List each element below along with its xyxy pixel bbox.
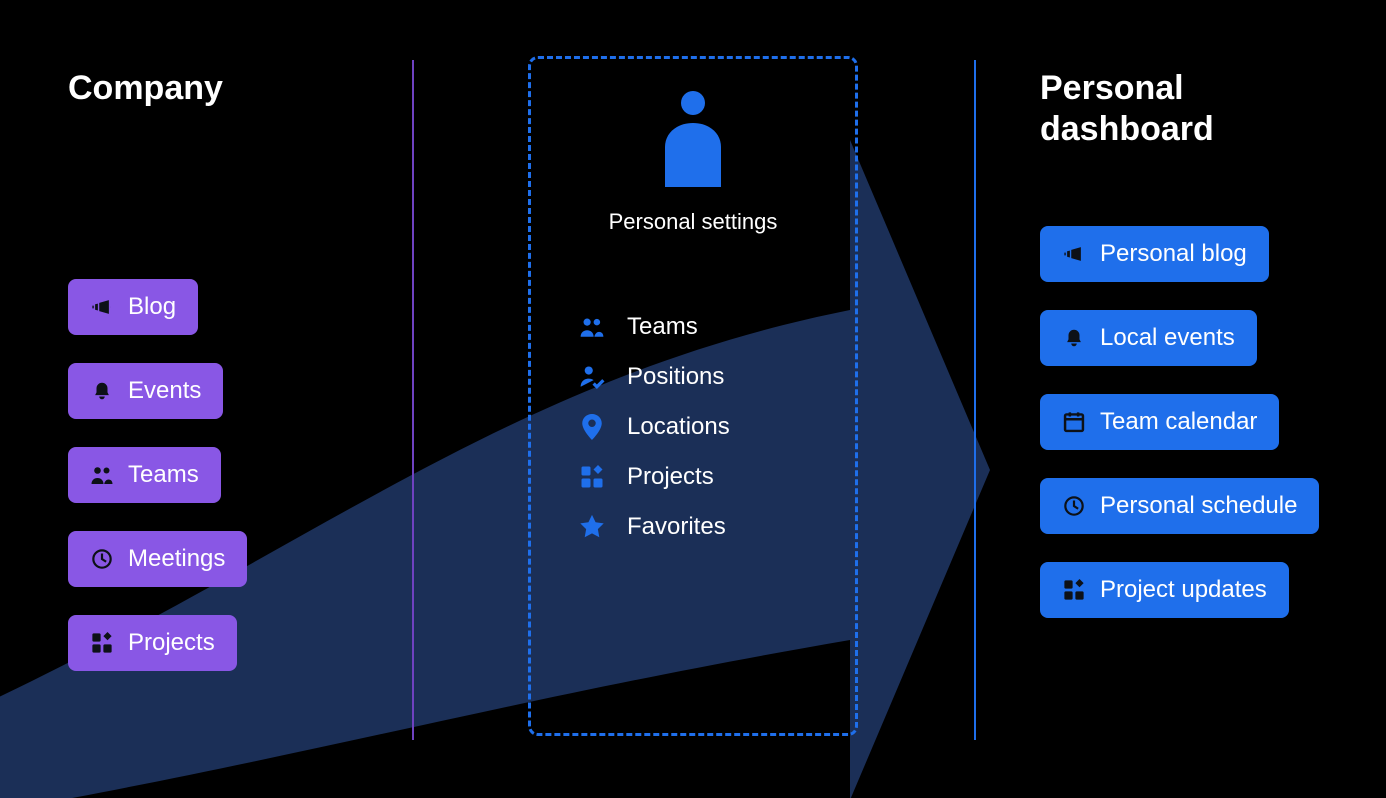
clock-icon [90,547,114,571]
bell-icon [1062,326,1086,350]
company-item-blog: Blog [68,279,198,335]
settings-item-label: Teams [627,313,698,341]
clock-icon [1062,494,1086,518]
divider-left [412,60,414,740]
settings-item-label: Projects [627,463,714,491]
chip-label: Team calendar [1100,408,1257,436]
settings-list: Teams Positions Locations Projects [531,313,855,541]
settings-item-label: Favorites [627,513,726,541]
settings-title: Personal settings [609,209,778,235]
company-list: Blog Events Teams Meetings [68,279,368,671]
megaphone-icon [90,295,114,319]
apps-icon [90,631,114,655]
company-item-teams: Teams [68,447,221,503]
settings-item-favorites: Favorites [579,513,855,541]
star-icon [579,514,605,540]
personal-item-calendar: Team calendar [1040,394,1279,450]
divider-right [974,60,976,740]
settings-item-label: Positions [627,363,724,391]
personal-item-events: Local events [1040,310,1257,366]
person-icon [653,87,733,187]
settings-item-locations: Locations [579,413,855,441]
chip-label: Personal blog [1100,240,1247,268]
personal-item-schedule: Personal schedule [1040,478,1319,534]
company-column: Company Blog Events Teams [68,68,368,671]
personal-settings-panel: Personal settings Teams Positions Locati… [528,56,858,736]
bell-icon [90,379,114,403]
settings-item-projects: Projects [579,463,855,491]
settings-item-teams: Teams [579,313,855,341]
calendar-icon [1062,410,1086,434]
settings-item-positions: Positions [579,363,855,391]
people-icon [90,463,114,487]
company-item-events: Events [68,363,223,419]
chip-label: Personal schedule [1100,492,1297,520]
apps-icon [579,464,605,490]
apps-icon [1062,578,1086,602]
location-icon [579,414,605,440]
chip-label: Teams [128,461,199,489]
chip-label: Blog [128,293,176,321]
personal-column: Personal dashboard Personal blog Local e… [1040,68,1360,618]
person-check-icon [579,364,605,390]
chip-label: Events [128,377,201,405]
personal-list: Personal blog Local events Team calendar… [1040,226,1360,618]
company-item-meetings: Meetings [68,531,247,587]
chip-label: Meetings [128,545,225,573]
chip-label: Projects [128,629,215,657]
megaphone-icon [1062,242,1086,266]
settings-item-label: Locations [627,413,730,441]
personal-item-updates: Project updates [1040,562,1289,618]
chip-label: Project updates [1100,576,1267,604]
chip-label: Local events [1100,324,1235,352]
company-title: Company [68,68,368,109]
personal-item-blog: Personal blog [1040,226,1269,282]
company-item-projects: Projects [68,615,237,671]
personal-title: Personal dashboard [1040,68,1360,150]
people-icon [579,314,605,340]
